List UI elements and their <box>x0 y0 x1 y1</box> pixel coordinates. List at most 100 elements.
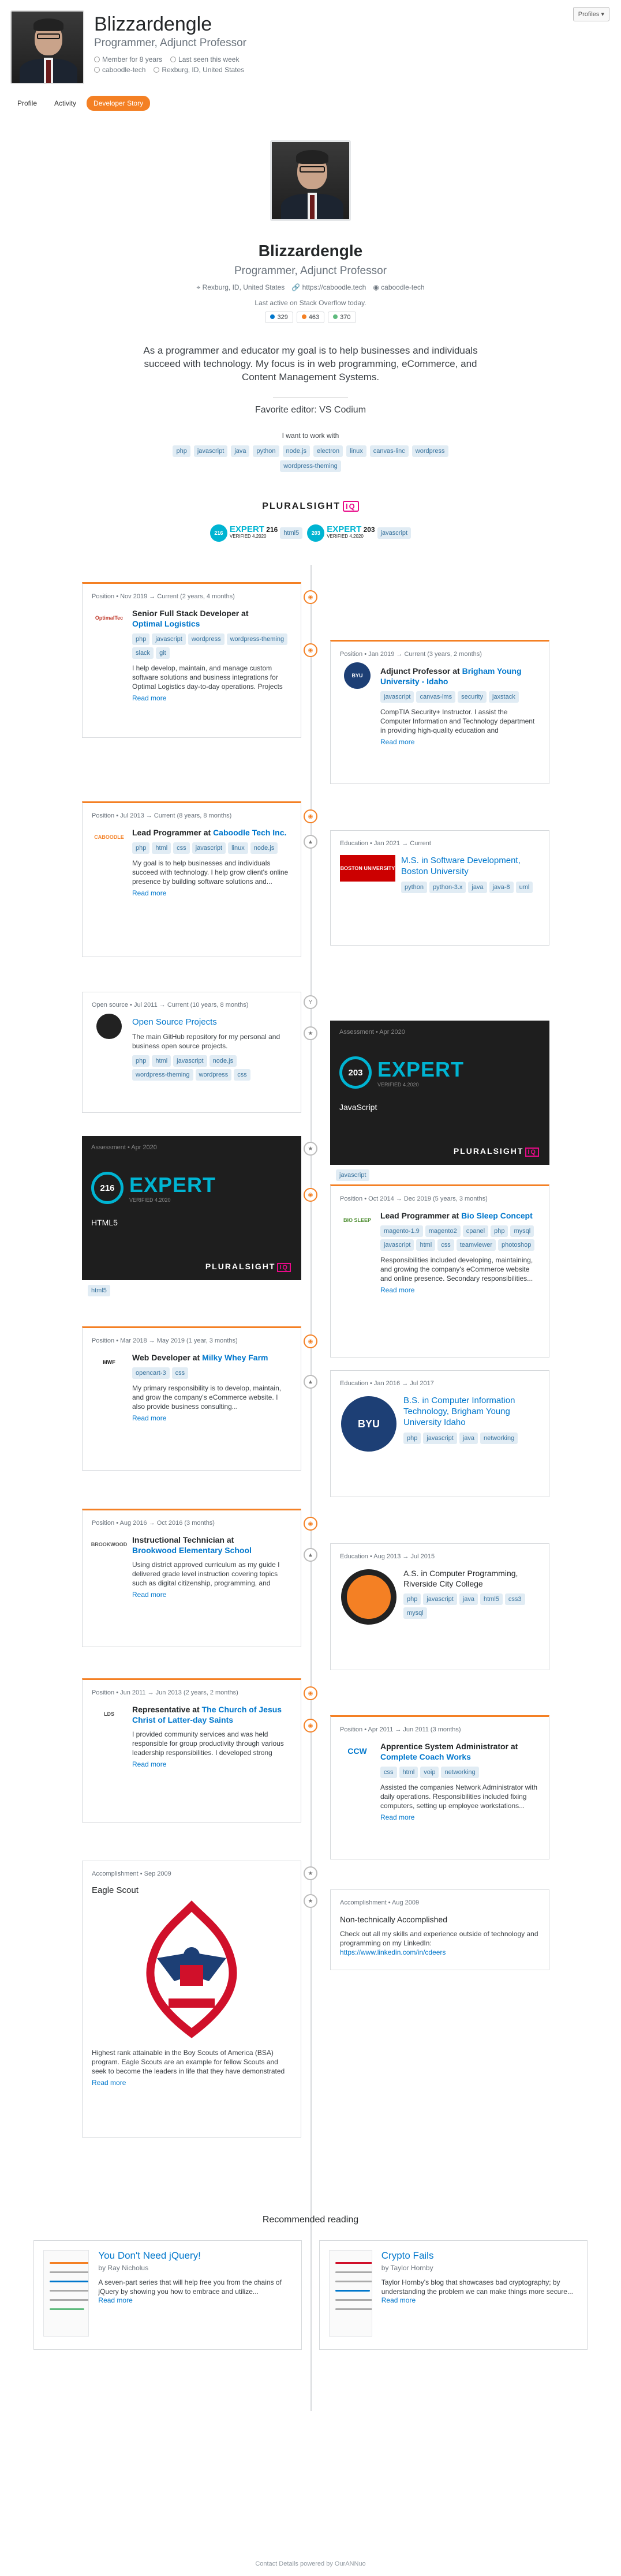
tag[interactable]: css <box>234 1069 250 1081</box>
tag[interactable]: html5 <box>88 1285 110 1296</box>
tag[interactable]: magento2 <box>425 1225 461 1237</box>
tab-profile[interactable]: Profile <box>10 96 44 111</box>
tag[interactable]: mysql <box>403 1607 427 1619</box>
tag[interactable]: html <box>152 1055 171 1067</box>
article-title[interactable]: You Don't Need jQuery! <box>98 2250 292 2262</box>
tag[interactable]: php <box>173 445 190 457</box>
tag[interactable]: wordpress-theming <box>280 460 341 472</box>
tag[interactable]: node.js <box>282 445 310 457</box>
tag[interactable]: css <box>171 1367 189 1379</box>
tag[interactable]: magento-1.9 <box>380 1225 423 1237</box>
tab-developer-story[interactable]: Developer Story <box>87 96 151 111</box>
tag[interactable]: css <box>380 1767 397 1778</box>
tag[interactable]: html <box>416 1239 436 1251</box>
tag[interactable]: python-3.x <box>429 882 466 893</box>
position-icon: ◉ <box>304 1719 317 1733</box>
tag[interactable]: opencart-3 <box>132 1367 170 1379</box>
read-more-link[interactable]: Read more <box>132 693 291 703</box>
tag[interactable]: networking <box>480 1433 518 1444</box>
tag[interactable]: photoshop <box>498 1239 535 1251</box>
tag[interactable]: slack <box>132 647 154 659</box>
tag[interactable]: linux <box>228 842 248 854</box>
tag[interactable]: networking <box>441 1767 479 1778</box>
tag[interactable]: teamviewer <box>456 1239 496 1251</box>
tag[interactable]: java-8 <box>489 882 514 893</box>
tag[interactable]: php <box>403 1433 421 1444</box>
tag[interactable]: php <box>403 1593 421 1605</box>
tag[interactable]: php <box>132 1055 150 1067</box>
read-more-link[interactable]: Read more <box>132 1413 291 1423</box>
linkedin-link[interactable]: https://www.linkedin.com/in/cdeers <box>340 1948 446 1956</box>
tag[interactable]: uml <box>515 882 533 893</box>
org-link[interactable]: Complete Coach Works <box>380 1752 471 1761</box>
recommended-item[interactable]: Crypto Fails by Taylor Hornby Taylor Hornb… <box>319 2240 588 2350</box>
tag[interactable]: canvas-linc <box>369 445 409 457</box>
read-more-link[interactable]: Read more <box>381 2296 416 2304</box>
read-more-link[interactable]: Read more <box>132 1760 291 1769</box>
org-link[interactable]: Bio Sleep Concept <box>461 1211 533 1220</box>
read-more-link[interactable]: Read more <box>132 888 291 898</box>
tag[interactable]: css <box>437 1239 454 1251</box>
tag[interactable]: java <box>459 1593 478 1605</box>
tab-activity[interactable]: Activity <box>47 96 83 111</box>
degree-link[interactable]: B.S. in Computer Information Technology,… <box>403 1395 540 1428</box>
tag[interactable]: javascript <box>193 445 228 457</box>
tag[interactable]: canvas-lms <box>416 691 456 703</box>
recommended-item[interactable]: You Don't Need jQuery! by Ray Nicholus A s… <box>33 2240 302 2350</box>
tag[interactable]: cpanel <box>462 1225 489 1237</box>
org-link[interactable]: Optimal Logistics <box>132 619 200 628</box>
project-link[interactable]: Open Source Projects <box>132 1017 291 1028</box>
tag[interactable]: javascript <box>336 1169 370 1181</box>
tag[interactable]: git <box>156 647 170 659</box>
degree-link[interactable]: M.S. in Software Development, Boston Uni… <box>401 855 540 877</box>
tag[interactable]: php <box>491 1225 508 1237</box>
org-link[interactable]: Caboodle Tech Inc. <box>213 828 286 837</box>
read-more-link[interactable]: Read more <box>132 1590 291 1599</box>
location: Rexburg, ID, United States <box>154 66 244 74</box>
tag[interactable]: node.js <box>209 1055 237 1067</box>
read-more-link[interactable]: Read more <box>380 1285 540 1295</box>
tag[interactable]: python <box>253 445 279 457</box>
tag[interactable]: wordpress-theming <box>226 633 288 645</box>
tag[interactable]: wordpress <box>188 633 225 645</box>
tag[interactable]: linux <box>346 445 366 457</box>
tag[interactable]: electron <box>313 445 343 457</box>
read-more-link[interactable]: Read more <box>92 2078 291 2087</box>
tag[interactable]: php <box>132 842 150 854</box>
github-link[interactable]: caboodle-tech <box>94 66 145 74</box>
read-more-link[interactable]: Read more <box>380 1813 540 1822</box>
tag[interactable]: java <box>468 882 487 893</box>
article-title[interactable]: Crypto Fails <box>381 2250 578 2262</box>
tag[interactable]: html <box>399 1767 418 1778</box>
org-link[interactable]: Brookwood Elementary School <box>132 1546 252 1555</box>
tag[interactable]: voip <box>420 1767 439 1778</box>
tag[interactable]: css <box>173 842 190 854</box>
tag[interactable]: html5 <box>480 1593 503 1605</box>
tag[interactable]: java <box>231 445 250 457</box>
tag[interactable]: wordpress-theming <box>132 1069 193 1081</box>
tag[interactable]: node.js <box>250 842 278 854</box>
tag[interactable]: html <box>152 842 171 854</box>
tag[interactable]: php <box>132 633 150 645</box>
hero-github[interactable]: ◉ caboodle-tech <box>373 283 424 291</box>
hero-website[interactable]: 🔗 https://caboodle.tech <box>291 283 366 291</box>
tag[interactable]: wordpress <box>411 445 448 457</box>
tag[interactable]: javascript <box>152 633 186 645</box>
tag[interactable]: python <box>401 882 428 893</box>
tag[interactable]: javascript <box>423 1433 457 1444</box>
tag[interactable]: javascript <box>380 1239 414 1251</box>
tag[interactable]: mysql <box>510 1225 534 1237</box>
tag[interactable]: java <box>459 1433 478 1444</box>
read-more-link[interactable]: Read more <box>380 737 540 747</box>
tag[interactable]: javascript <box>173 1055 207 1067</box>
profiles-dropdown[interactable]: Profiles ▾ <box>573 7 609 21</box>
tag[interactable]: css3 <box>504 1593 525 1605</box>
tag[interactable]: javascript <box>192 842 226 854</box>
tag[interactable]: security <box>458 691 487 703</box>
org-link[interactable]: Milky Whey Farm <box>202 1353 268 1362</box>
tag[interactable]: javascript <box>423 1593 457 1605</box>
tag[interactable]: javascript <box>380 691 414 703</box>
read-more-link[interactable]: Read more <box>98 2296 132 2304</box>
tag[interactable]: jaxstack <box>489 691 519 703</box>
tag[interactable]: wordpress <box>195 1069 232 1081</box>
